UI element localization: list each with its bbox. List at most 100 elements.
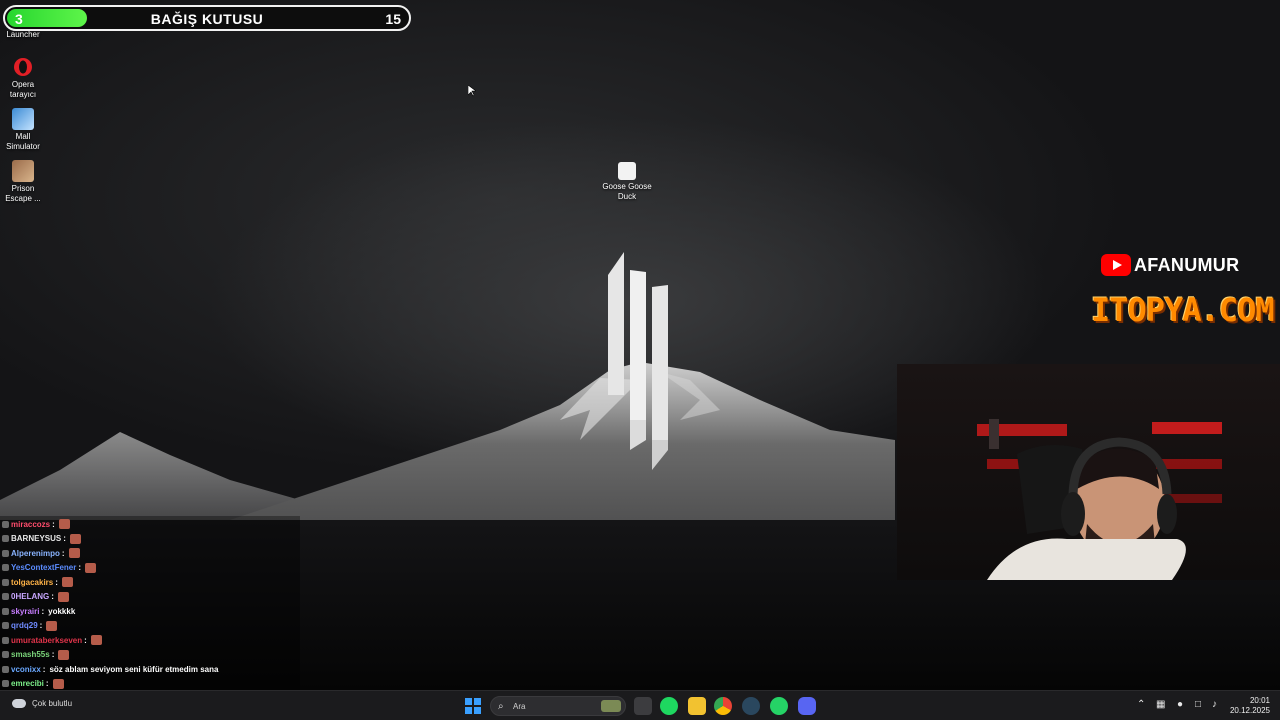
system-clock[interactable]: 20:01 20.12.2025 (1230, 696, 1270, 716)
volume-icon[interactable]: ♪ (1212, 699, 1217, 710)
chat-badge-icon (2, 578, 9, 586)
chat-username[interactable]: Alperenimpo (11, 549, 60, 558)
desktop-icon-label: tarayıcı (9, 90, 37, 99)
cloud-icon (12, 699, 26, 708)
windows-start-icon[interactable] (465, 698, 481, 714)
chat-username[interactable]: qrdq29 (11, 621, 38, 630)
chat-badge-icon (2, 520, 9, 528)
chat-username[interactable]: YesContextFener (11, 563, 76, 572)
chat-emote-icon (69, 533, 81, 544)
desktop-icon-label: Duck (617, 192, 637, 201)
donation-box-title: BAĞIŞ KUTUSU (150, 11, 264, 27)
stream-chat: miraccozs : BARNEYSUS : Alperenimpo : YesCo… (0, 516, 300, 706)
weather-text: Çok bulutlu (32, 699, 73, 708)
clock-time: 20:01 (1249, 696, 1270, 705)
desktop-icon-prison-escape[interactable]: Prison Escape ... (0, 160, 53, 204)
chat-separator: : (51, 592, 54, 601)
discord-icon[interactable] (798, 697, 816, 715)
chat-message: smash55s : (2, 649, 70, 661)
chat-username[interactable]: miraccozs (11, 520, 50, 529)
chat-badge-icon (2, 636, 9, 644)
chat-emote-icon (58, 519, 70, 529)
chat-badge-icon (2, 607, 9, 615)
chat-username[interactable]: vconixx (11, 665, 41, 674)
chat-username[interactable]: smash55s (11, 650, 50, 659)
network-icon[interactable]: ▦ (1156, 699, 1165, 710)
chat-separator: : (63, 534, 66, 543)
chat-emote-icon (61, 577, 73, 587)
youtube-icon (1101, 254, 1131, 276)
chat-emote-icon (68, 548, 80, 558)
taskbar-search-box[interactable]: ⌕ Ara (490, 696, 626, 716)
chat-message: 0HELANG : (2, 591, 69, 603)
donation-goal-count: 15 (385, 11, 401, 27)
chevron-up-icon[interactable]: ⌃ (1137, 699, 1145, 710)
webcam-overlay (897, 364, 1280, 580)
chat-separator: : (42, 664, 46, 674)
chat-username[interactable]: BARNEYSUS (11, 534, 61, 543)
chat-emote-icon (90, 635, 102, 645)
desktop-icon-mall-simulator[interactable]: Mall Simulator (0, 108, 53, 152)
chat-badge-icon (2, 593, 9, 600)
chat-username[interactable]: skyrairi (11, 607, 39, 616)
chat-message: BARNEYSUS : (2, 533, 81, 545)
mall-simulator-icon (12, 108, 34, 130)
chat-message: emrecibi : (2, 678, 64, 690)
youtube-channel-name: AFANUMUR (1134, 254, 1240, 275)
weather-widget[interactable]: Çok bulutlu (12, 699, 72, 708)
chat-message: Alperenimpo : (2, 547, 80, 559)
donation-box: 3 BAĞIŞ KUTUSU 15 (3, 5, 411, 31)
chat-message: miraccozs : (2, 518, 70, 530)
chat-separator: : (55, 577, 58, 587)
chat-username[interactable]: emrecibi (11, 679, 44, 688)
chat-emote-icon (52, 678, 64, 689)
desktop-icon-label: Goose Goose (602, 182, 652, 191)
whatsapp-icon[interactable] (770, 697, 788, 715)
sponsor-logo: ITOPYA.COM (1091, 291, 1275, 329)
opera-icon (12, 56, 34, 78)
chat-separator: : (41, 606, 45, 616)
mouse-cursor-icon (467, 84, 477, 102)
spotify-icon[interactable] (660, 697, 678, 715)
chat-message: vconixx : söz ablam seviyom seni küfür et… (2, 663, 218, 675)
search-highlight-art (601, 700, 621, 712)
chat-message: YesContextFener : (2, 562, 97, 574)
chat-username[interactable]: tolgacakirs (11, 578, 53, 587)
goose-goose-duck-icon (618, 162, 636, 180)
file-explorer-icon[interactable] (688, 697, 706, 715)
chat-message: tolgacakirs : (2, 576, 73, 588)
chrome-icon[interactable] (714, 697, 732, 715)
youtube-channel-badge: AFANUMUR (1101, 253, 1239, 277)
chat-separator: : (78, 563, 82, 572)
chat-message: qrdq29 : (2, 620, 58, 632)
search-icon: ⌕ (498, 701, 504, 712)
prison-escape-icon (12, 160, 34, 182)
desktop-icon-goose-goose-duck[interactable]: Goose Goose Duck (597, 162, 657, 202)
steam-icon[interactable] (742, 697, 760, 715)
chat-message: umurataberkseven : (2, 634, 102, 646)
chat-badge-icon (2, 665, 9, 673)
chat-username[interactable]: umurataberkseven (11, 636, 82, 645)
chat-badge-icon (2, 622, 9, 629)
desktop-icon-opera[interactable]: Opera tarayıcı (0, 56, 53, 100)
chat-message: skyrairi : yokkkk (2, 605, 75, 617)
chat-emote-icon (46, 620, 58, 631)
desktop-icon-label: Mall (15, 132, 31, 141)
desktop-icon-launcher[interactable]: Launcher (0, 30, 53, 40)
chat-emote-icon (58, 649, 70, 660)
chat-badge-icon (2, 549, 9, 557)
clock-date: 20.12.2025 (1229, 706, 1270, 715)
desktop-icon-label: Launcher (6, 30, 40, 39)
task-view-icon[interactable] (634, 697, 652, 715)
chat-separator: : (84, 635, 87, 645)
chat-badge-icon (2, 680, 9, 687)
chat-message-text: yokkkk (48, 606, 76, 616)
desktop-icon-label: Escape ... (5, 194, 41, 203)
chat-separator: : (52, 519, 55, 529)
microphone-icon[interactable]: ● (1177, 699, 1183, 710)
chat-username[interactable]: 0HELANG (11, 592, 49, 601)
desktop-icon-label: Prison (11, 184, 35, 193)
display-icon[interactable]: □ (1195, 699, 1201, 710)
chat-message-text: söz ablam seviyom seni küfür etmedim san… (49, 664, 219, 674)
chat-separator: : (51, 650, 55, 659)
